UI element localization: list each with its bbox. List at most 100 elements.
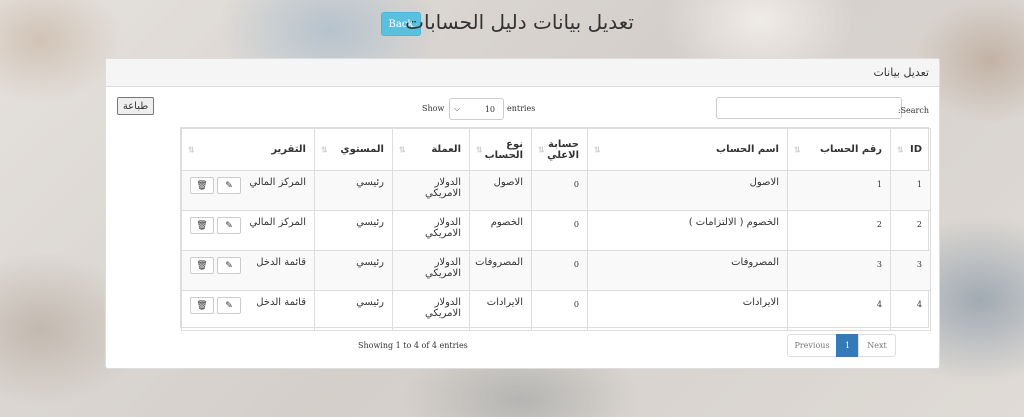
sort-icon: ⇅	[321, 145, 328, 154]
page-1-button[interactable]: 1	[836, 334, 859, 357]
column-label: نوع الحساب	[484, 138, 523, 161]
table-info: Showing 1 to 4 of 4 entries	[358, 341, 468, 350]
sort-icon: ⇅	[538, 145, 545, 154]
cell-account-number: 3	[787, 250, 891, 291]
column-header[interactable]: المستوي ⇅	[314, 128, 393, 171]
cell-account-type: الخصوم	[469, 210, 532, 251]
cell-currency: الدولار الامريكي	[392, 170, 470, 211]
page-title: تعديل بيانات دليل الحسابات	[405, 10, 634, 34]
cell-report: المركز المالي 🗑 ✎	[181, 210, 315, 251]
table-row: 1 1 الاصول 0 الاصول الدولار الامريكي رئي…	[181, 170, 931, 211]
search-label: :Search	[897, 106, 929, 115]
sort-icon: ⇅	[188, 145, 195, 154]
column-header[interactable]: اسم الحساب ⇅	[587, 128, 788, 171]
column-header[interactable]: التقرير ⇅	[181, 128, 315, 171]
cell-account-type: الايرادات	[469, 290, 532, 331]
cell-report: المركز المالي 🗑 ✎	[181, 170, 315, 211]
cell-level: رئيسي	[314, 250, 393, 291]
next-page-button[interactable]: Next	[858, 334, 896, 357]
delete-button[interactable]: 🗑	[190, 217, 214, 234]
delete-button[interactable]: 🗑	[190, 177, 214, 194]
row-actions: 🗑 ✎	[190, 257, 241, 274]
pencil-icon: ✎	[225, 300, 233, 311]
column-label: رقم الحساب	[820, 144, 882, 155]
edit-panel: تعديل بيانات طباعة Show ⌵ 10 entries :Se…	[105, 58, 940, 369]
entries-length-select[interactable]: ⌵ 10	[449, 98, 504, 120]
column-header[interactable]: العملة ⇅	[392, 128, 470, 171]
chevron-down-icon: ⌵	[454, 104, 461, 113]
cell-account-name: الخصوم ( الالتزامات )	[587, 210, 788, 251]
table-row: 2 2 الخصوم ( الالتزامات ) 0 الخصوم الدول…	[181, 210, 931, 251]
accounts-table: ID ⇅ رقم الحساب ⇅ اسم الحساب ⇅ حسابة الاعلي…	[181, 128, 931, 331]
cell-account-number: 1	[787, 170, 891, 211]
column-label: ID	[909, 144, 922, 155]
cell-id: 3	[890, 250, 931, 291]
show-label: Show	[422, 104, 445, 113]
cell-level: رئيسي	[314, 290, 393, 331]
cell-parent-account: 0	[531, 210, 588, 251]
column-label: التقرير	[271, 144, 306, 155]
length-value: 10	[484, 104, 495, 114]
pencil-icon: ✎	[225, 260, 233, 271]
table-header-row: ID ⇅ رقم الحساب ⇅ اسم الحساب ⇅ حسابة الاعلي…	[181, 128, 931, 171]
cell-report: قائمة الدخل 🗑 ✎	[181, 290, 315, 331]
sort-icon: ⇅	[594, 145, 601, 154]
previous-page-button[interactable]: Previous	[787, 334, 837, 357]
page-header: Back تعديل بيانات دليل الحسابات	[0, 10, 1024, 40]
row-actions: 🗑 ✎	[190, 217, 241, 234]
cell-report: قائمة الدخل 🗑 ✎	[181, 250, 315, 291]
trash-icon: 🗑	[196, 260, 208, 271]
panel-heading: تعديل بيانات	[106, 59, 939, 87]
cell-currency: الدولار الامريكي	[392, 250, 470, 291]
pencil-icon: ✎	[225, 180, 233, 191]
trash-icon: 🗑	[196, 300, 208, 311]
trash-icon: 🗑	[196, 220, 208, 231]
sort-icon: ⇅	[476, 145, 483, 154]
accounts-table-wrap: ID ⇅ رقم الحساب ⇅ اسم الحساب ⇅ حسابة الاعلي…	[180, 127, 931, 331]
cell-level: رئيسي	[314, 170, 393, 211]
column-header[interactable]: ID ⇅	[890, 128, 931, 171]
report-label: قائمة الدخل	[256, 257, 306, 268]
search-input[interactable]	[716, 97, 902, 119]
sort-icon: ⇅	[399, 145, 406, 154]
table-row: 4 4 الايرادات 0 الايرادات الدولار الامري…	[181, 290, 931, 331]
cell-account-name: الاصول	[587, 170, 788, 211]
report-label: المركز المالي	[249, 177, 306, 188]
report-label: قائمة الدخل	[256, 297, 306, 308]
edit-button[interactable]: ✎	[217, 217, 241, 234]
cell-account-name: الايرادات	[587, 290, 788, 331]
delete-button[interactable]: 🗑	[190, 297, 214, 314]
column-header[interactable]: رقم الحساب ⇅	[787, 128, 891, 171]
pagination: Previous 1 Next	[787, 334, 896, 357]
cell-account-type: المصروفات	[469, 250, 532, 291]
cell-id: 1	[890, 170, 931, 211]
row-actions: 🗑 ✎	[190, 177, 241, 194]
cell-id: 2	[890, 210, 931, 251]
sort-icon: ⇅	[794, 145, 801, 154]
edit-button[interactable]: ✎	[217, 177, 241, 194]
report-label: المركز المالي	[249, 217, 306, 228]
cell-level: رئيسي	[314, 210, 393, 251]
row-actions: 🗑 ✎	[190, 297, 241, 314]
cell-parent-account: 0	[531, 290, 588, 331]
cell-account-number: 4	[787, 290, 891, 331]
edit-button[interactable]: ✎	[217, 297, 241, 314]
cell-id: 4	[890, 290, 931, 331]
table-row: 3 3 المصروفات 0 المصروفات الدولار الامري…	[181, 250, 931, 291]
column-label: العملة	[431, 144, 461, 155]
sort-icon: ⇅	[897, 145, 904, 154]
column-label: المستوي	[340, 144, 384, 155]
column-label: اسم الحساب	[716, 144, 779, 155]
print-button[interactable]: طباعة	[117, 97, 154, 115]
cell-account-type: الاصول	[469, 170, 532, 211]
cell-account-name: المصروفات	[587, 250, 788, 291]
edit-button[interactable]: ✎	[217, 257, 241, 274]
column-header[interactable]: حسابة الاعلي ⇅	[531, 128, 588, 171]
column-header[interactable]: نوع الحساب ⇅	[469, 128, 532, 171]
pencil-icon: ✎	[225, 220, 233, 231]
trash-icon: 🗑	[196, 180, 208, 191]
delete-button[interactable]: 🗑	[190, 257, 214, 274]
cell-currency: الدولار الامريكي	[392, 210, 470, 251]
entries-label: entries	[507, 104, 536, 113]
cell-currency: الدولار الامريكي	[392, 290, 470, 331]
